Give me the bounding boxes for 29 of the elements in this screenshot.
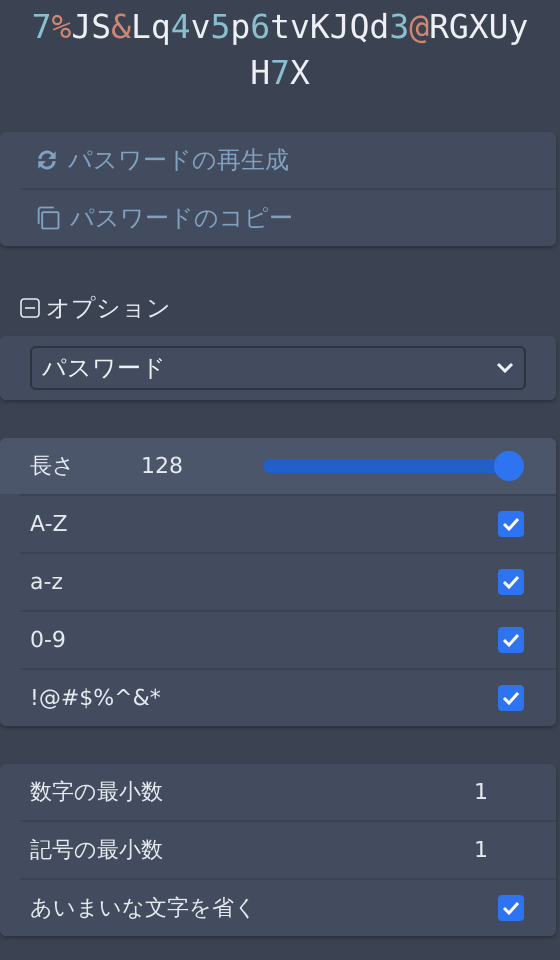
length-label: 長さ (30, 452, 75, 480)
checkmark-icon (502, 517, 520, 531)
number-value: 1 (474, 778, 488, 806)
section-title: オプション (46, 293, 171, 324)
length-slider[interactable] (263, 451, 524, 481)
generated-password: 7%JS&Lq4v5p6tvKJQd3@RGXUyH7X (30, 6, 530, 94)
checkbox[interactable] (498, 569, 524, 595)
checkbox[interactable] (498, 627, 524, 653)
checkmark-icon (502, 901, 520, 915)
checkmark-icon (502, 691, 520, 705)
collapse-toggle[interactable] (20, 298, 40, 318)
checkbox[interactable] (498, 685, 524, 711)
checkbox[interactable] (498, 895, 524, 921)
option-label: !@#$%^&* (30, 684, 162, 712)
type-select[interactable]: パスワード (30, 346, 526, 390)
chevron-down-icon (496, 362, 514, 374)
regenerate-button[interactable]: パスワードの再生成 (0, 132, 556, 188)
number-value: 1 (474, 836, 488, 864)
checkmark-icon (502, 633, 520, 647)
checkmark-icon (502, 575, 520, 589)
checkbox[interactable] (498, 511, 524, 537)
option-label: a-z (30, 568, 64, 596)
option-label: 0-9 (30, 626, 67, 654)
option-label: A-Z (30, 510, 69, 538)
option-label: 数字の最小数 (30, 778, 164, 806)
copy-button[interactable]: パスワードのコピー (0, 190, 556, 246)
option-label: あいまいな文字を省く (30, 894, 258, 922)
option-label: 記号の最小数 (30, 836, 164, 864)
length-value: 128 (141, 452, 183, 480)
